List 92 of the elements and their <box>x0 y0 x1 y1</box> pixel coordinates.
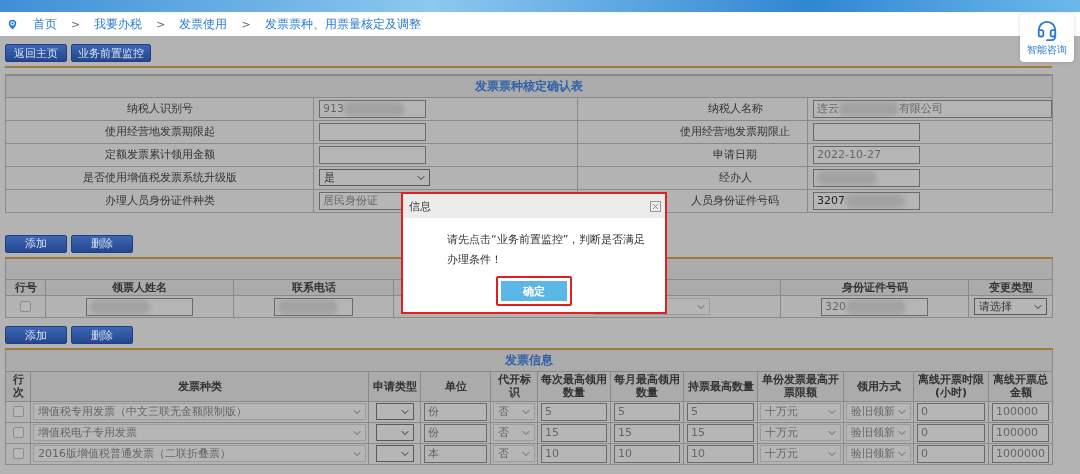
action-button[interactable]: 添加 <box>5 234 67 253</box>
checkbox[interactable] <box>12 427 24 438</box>
table-title: 发票票种核定确认表 <box>474 77 584 95</box>
field-label: 纳税人识别号 <box>125 101 194 116</box>
input-field[interactable] <box>274 297 353 316</box>
column-header: 领用方式 <box>843 371 914 401</box>
column-header: 单位 <box>420 371 491 401</box>
input-field[interactable] <box>319 122 426 141</box>
input-field[interactable]: 0 <box>917 444 985 463</box>
select-field[interactable]: 十万元 <box>760 403 841 420</box>
select-field[interactable] <box>375 424 414 441</box>
column-header: 每次最高领用数量 <box>537 371 611 401</box>
checkbox[interactable] <box>12 448 24 459</box>
input-field[interactable] <box>319 145 426 164</box>
breadcrumb-separator: > <box>71 17 81 31</box>
select-field[interactable]: 否 <box>493 445 535 462</box>
input-field[interactable]: 913 <box>319 99 426 118</box>
nav-button[interactable]: 业务前置监控 <box>71 44 151 62</box>
input-field[interactable]: 1000000 <box>992 444 1050 463</box>
input-field[interactable]: 份 <box>424 402 487 421</box>
select-field[interactable] <box>375 403 414 420</box>
field-label: 人员身份证件号码 <box>690 193 780 208</box>
help-widget[interactable]: 智能咨询 <box>1020 14 1074 62</box>
input-field[interactable]: 5 <box>541 402 607 421</box>
input-field[interactable]: 100000 <box>992 423 1050 442</box>
input-field[interactable]: 10 <box>541 444 607 463</box>
action-button[interactable]: 添加 <box>5 326 67 344</box>
select-field[interactable]: 十万元 <box>760 445 841 462</box>
input-field[interactable]: 5 <box>614 402 680 421</box>
select-field[interactable]: 增值税电子专用发票 <box>33 424 366 441</box>
breadcrumb-link[interactable]: 我要办税 <box>94 15 143 33</box>
field-label: 定额发票累计领用金额 <box>103 147 216 162</box>
input-field[interactable] <box>813 168 920 187</box>
checkbox[interactable] <box>12 406 24 417</box>
select-field[interactable] <box>375 445 414 462</box>
confirm-button[interactable]: 确定 <box>496 276 572 306</box>
select-field[interactable]: 请选择 <box>974 298 1048 315</box>
input-field[interactable]: 100000 <box>992 402 1050 421</box>
column-header: 行次 <box>5 371 31 401</box>
column-header: 每月最高领用数量 <box>610 371 684 401</box>
select-field[interactable]: 验旧领新 <box>846 445 911 462</box>
field-label: 使用经营地发票期限起 <box>103 124 216 139</box>
field-label: 办理人员身份证件种类 <box>103 193 216 208</box>
input-field[interactable]: 15 <box>614 423 680 442</box>
table-title: 发票信息 <box>504 351 555 369</box>
input-field[interactable] <box>813 122 920 141</box>
breadcrumb-separator: > <box>156 17 166 31</box>
select-field[interactable]: 是 <box>319 169 430 186</box>
input-field[interactable]: 10 <box>687 444 754 463</box>
column-header: 持票最高数量 <box>683 371 758 401</box>
select-field[interactable]: 2016版增值税普通发票（二联折叠票） <box>33 445 366 462</box>
nav-button[interactable]: 返回主页 <box>5 44 67 62</box>
field-label: 经办人 <box>717 170 753 185</box>
field-label: 使用经营地发票期限止 <box>679 124 791 139</box>
location-pin-icon <box>6 17 19 31</box>
column-header: 离线开票总金额 <box>988 371 1053 401</box>
input-field[interactable]: 连云 有限公司 <box>813 99 1052 118</box>
breadcrumb-separator: > <box>241 17 251 31</box>
select-field[interactable]: 验旧领新 <box>846 424 911 441</box>
input-field[interactable]: 15 <box>541 423 607 442</box>
column-header: 发票种类 <box>30 371 369 401</box>
input-field[interactable]: 份 <box>424 423 487 442</box>
input-field[interactable]: 本 <box>424 444 487 463</box>
breadcrumb-link[interactable]: 首页 <box>33 15 57 33</box>
input-field[interactable]: 0 <box>917 423 985 442</box>
checkbox[interactable] <box>20 301 31 312</box>
input-field[interactable] <box>86 297 193 316</box>
field-label: 纳税人名称 <box>706 101 764 116</box>
input-field[interactable]: 3207 <box>813 191 920 210</box>
breadcrumb-link[interactable]: 发票使用 <box>179 15 228 33</box>
close-icon[interactable] <box>650 200 661 212</box>
input-field[interactable]: 0 <box>917 402 985 421</box>
select-field[interactable]: 否 <box>493 403 535 420</box>
headset-icon <box>1036 19 1058 42</box>
field-label: 是否使用增值税发票系统升级版 <box>81 170 238 185</box>
input-field[interactable]: 2022-10-27 <box>813 145 920 164</box>
column-header: 申请类型 <box>368 371 421 401</box>
dialog-message: 请先点击“业务前置监控”，判断是否满足办理条件！ <box>447 232 647 268</box>
column-header: 单份发票最高开票限额 <box>757 371 844 401</box>
input-field[interactable]: 15 <box>687 423 754 442</box>
help-link[interactable]: 智能咨询 <box>1027 42 1067 57</box>
input-field[interactable]: 5 <box>687 402 754 421</box>
select-field[interactable]: 验旧领新 <box>846 403 911 420</box>
action-button[interactable]: 删除 <box>71 326 133 344</box>
select-field[interactable]: 否 <box>493 424 535 441</box>
input-field[interactable]: 10 <box>614 444 680 463</box>
column-header: 离线开票时限(小时) <box>913 371 989 401</box>
input-field[interactable]: 320 <box>821 297 928 316</box>
field-label: 申请日期 <box>712 147 758 162</box>
action-button[interactable]: 删除 <box>71 234 133 253</box>
breadcrumb-link[interactable]: 发票票种、用票量核定及调整 <box>264 15 421 33</box>
select-field[interactable]: 十万元 <box>760 424 841 441</box>
